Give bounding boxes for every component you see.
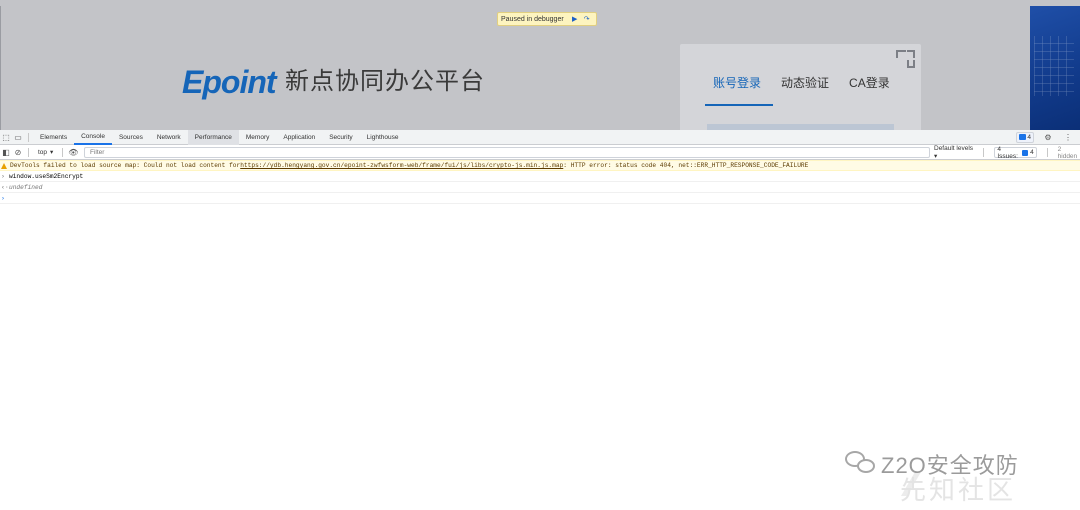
tab-console[interactable]: Console bbox=[74, 130, 112, 145]
chevron-down-icon: ▾ bbox=[934, 153, 938, 160]
console-result-row: ‹· undefined bbox=[0, 182, 1080, 193]
console-toolbar-right: Default levels ▾ 4 Issues: 4 2 hidden bbox=[934, 145, 1080, 160]
console-toolbar: ◧ ⊘ top ▾ 👁 Filter Default levels ▾ 4 Is… bbox=[0, 145, 1080, 160]
context-selector[interactable]: top ▾ bbox=[33, 148, 58, 157]
log-levels-dropdown[interactable]: Default levels ▾ bbox=[934, 145, 973, 160]
watermark: Z2O安全攻防 bbox=[845, 448, 1019, 480]
prompt-chevron-icon: › bbox=[1, 194, 5, 202]
platform-title: 新点协同办公平台 bbox=[285, 68, 485, 95]
messages-badge[interactable]: 4 bbox=[1016, 131, 1034, 143]
qr-code-icon[interactable] bbox=[896, 50, 916, 70]
issue-icon bbox=[1022, 149, 1029, 156]
tab-memory[interactable]: Memory bbox=[239, 130, 276, 145]
input-chevron-icon: › bbox=[1, 172, 5, 180]
console-prompt-row[interactable]: › bbox=[0, 193, 1080, 204]
debugger-paused-banner: Paused in debugger ▶ ↷ bbox=[497, 12, 597, 26]
sidebar-toggle-icon[interactable]: ◧ bbox=[0, 146, 12, 158]
more-options-icon[interactable]: ⋮ bbox=[1062, 131, 1074, 143]
live-expression-eye-icon[interactable]: 👁 bbox=[67, 146, 79, 158]
tab-label: 账号登录 bbox=[713, 76, 762, 90]
tab-label: Security bbox=[329, 133, 353, 141]
tab-label: Performance bbox=[194, 133, 232, 141]
clear-console-icon[interactable]: ⊘ bbox=[12, 146, 24, 158]
tab-label: Sources bbox=[118, 133, 143, 141]
settings-gear-icon[interactable]: ⚙ bbox=[1042, 131, 1054, 143]
tab-label: Elements bbox=[40, 133, 68, 141]
tab-ca-login[interactable]: CA登录 bbox=[841, 74, 902, 106]
tab-elements[interactable]: Elements bbox=[33, 130, 74, 145]
tab-account-login[interactable]: 账号登录 bbox=[705, 74, 774, 106]
tab-label: 动态验证 bbox=[781, 76, 830, 90]
divider bbox=[28, 132, 29, 142]
hidden-messages-count: 2 hidden bbox=[1057, 145, 1078, 160]
console-input-row: › window.useSm2Encrypt bbox=[0, 171, 1080, 182]
inspect-element-icon[interactable]: ⬚ bbox=[0, 131, 12, 143]
devtools-tab-bar: ⬚ ▭ Elements Console Sources Network Per… bbox=[0, 129, 1080, 145]
tab-sources[interactable]: Sources bbox=[112, 130, 150, 145]
tab-label: Console bbox=[81, 132, 105, 140]
context-value: top bbox=[38, 148, 48, 156]
device-toolbar-icon[interactable]: ▭ bbox=[12, 131, 24, 143]
tab-security[interactable]: Security bbox=[322, 130, 359, 145]
issues-count: 4 bbox=[1030, 149, 1034, 156]
log-levels-label: Default levels bbox=[934, 145, 974, 152]
tab-label: Memory bbox=[245, 133, 270, 141]
step-over-icon[interactable]: ↷ bbox=[581, 14, 593, 24]
console-warning-row: DevTools failed to load source map: Coul… bbox=[0, 160, 1080, 171]
divider bbox=[983, 148, 985, 157]
tab-label: Application bbox=[283, 133, 316, 141]
console-output: DevTools failed to load source map: Coul… bbox=[0, 160, 1080, 204]
result-arrow-icon: ‹· bbox=[1, 183, 9, 191]
divider bbox=[1046, 148, 1048, 157]
tab-lighthouse[interactable]: Lighthouse bbox=[360, 130, 406, 145]
warning-text-suffix: : HTTP error: status code 404, net::ERR_… bbox=[563, 162, 809, 169]
tab-network[interactable]: Network bbox=[150, 130, 188, 145]
watermark-text: Z2O安全攻防 bbox=[881, 453, 1019, 478]
decorative-banner bbox=[1030, 6, 1080, 130]
tab-label: CA登录 bbox=[849, 76, 890, 90]
issues-button[interactable]: 4 Issues: 4 bbox=[994, 145, 1037, 160]
console-command: window.useSm2Encrypt bbox=[9, 172, 84, 180]
divider bbox=[62, 147, 64, 157]
epoint-logo: Epoint bbox=[182, 64, 277, 100]
login-card: 账号登录 动态验证 CA登录 bbox=[680, 44, 921, 130]
message-icon bbox=[1019, 134, 1027, 140]
console-result: undefined bbox=[9, 183, 43, 191]
tab-label: Lighthouse bbox=[366, 133, 399, 141]
login-tabs: 账号登录 动态验证 CA登录 bbox=[705, 74, 902, 106]
source-map-link[interactable]: https://ydb.hengyang.gov.cn/epoint-zwfws… bbox=[240, 162, 563, 169]
filter-input[interactable]: Filter bbox=[84, 147, 930, 158]
page-edge bbox=[0, 6, 1, 130]
devtools-tab-bar-right: 4 ⚙ ⋮ bbox=[1016, 131, 1074, 143]
wechat-icon bbox=[845, 451, 877, 477]
tab-dynamic-verify[interactable]: 动态验证 bbox=[773, 74, 841, 106]
tab-application[interactable]: Application bbox=[276, 130, 322, 145]
messages-count: 4 bbox=[1027, 133, 1031, 141]
resume-icon[interactable]: ▶ bbox=[569, 14, 581, 24]
issues-label: 4 Issues: bbox=[997, 145, 1018, 160]
warning-icon bbox=[1, 162, 7, 169]
divider bbox=[28, 147, 29, 157]
page-viewport: Paused in debugger ▶ ↷ Epoint 新点协同办公平台 账… bbox=[0, 0, 1080, 130]
banner-pattern bbox=[1034, 36, 1074, 96]
tab-performance[interactable]: Performance bbox=[187, 129, 239, 145]
chevron-down-icon: ▾ bbox=[50, 149, 54, 156]
tab-label: Network bbox=[156, 133, 181, 141]
debugger-paused-label: Paused in debugger bbox=[501, 15, 564, 23]
warning-text: DevTools failed to load source map: Coul… bbox=[10, 162, 241, 169]
